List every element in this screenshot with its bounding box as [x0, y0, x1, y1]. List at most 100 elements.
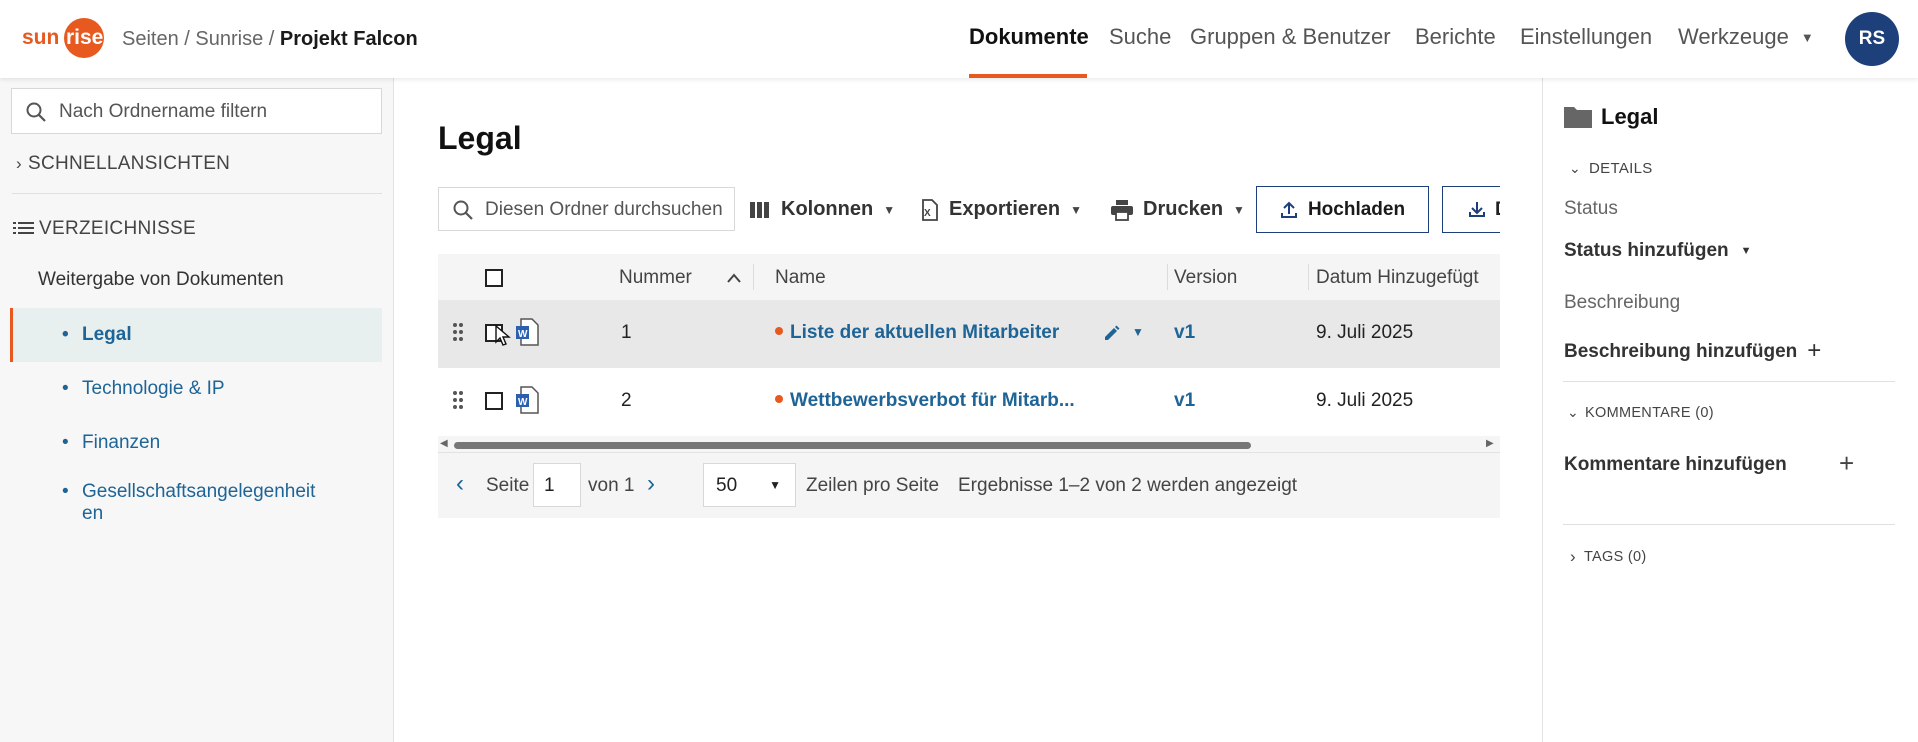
chevron-down-icon: ▼	[1070, 202, 1083, 217]
document-date-added: 9. Juli 2025	[1316, 390, 1414, 411]
chevron-down-icon: ▼	[1233, 202, 1245, 217]
document-version-link[interactable]: v1	[1174, 322, 1195, 344]
document-name: Liste der aktuellen Mitarbeiter	[790, 322, 1060, 343]
nav-settings[interactable]: Einstellungen	[1520, 24, 1652, 50]
svg-text:W: W	[518, 329, 528, 340]
active-nav-indicator	[969, 74, 1087, 78]
rows-per-page-label: Zeilen pro Seite	[806, 475, 940, 496]
svg-text:X: X	[924, 208, 931, 219]
table-row[interactable]: W 1 Liste der aktuellen Mitarbeiter ▼ v1…	[438, 300, 1500, 368]
scrollbar-thumb[interactable]	[454, 442, 1251, 449]
next-page-icon[interactable]: ›	[647, 470, 655, 498]
scroll-right-arrow-icon[interactable]: ▶	[1486, 438, 1494, 449]
chevron-down-icon: ▼	[883, 202, 896, 217]
documents-table: Nummer Name Version Datum Hinzugefügt W …	[438, 254, 1500, 518]
column-header-name[interactable]: Name	[775, 267, 826, 289]
download-icon	[1469, 202, 1485, 217]
rows-per-page-select[interactable]: 50 ▼	[703, 463, 796, 507]
column-header-version[interactable]: Version	[1174, 267, 1237, 289]
row-checkbox[interactable]	[485, 392, 503, 410]
top-header: sun rise Seiten / Sunrise / Projekt Falc…	[0, 0, 1918, 78]
search-icon	[26, 102, 46, 122]
breadcrumb-sunrise[interactable]: Sunrise	[195, 28, 263, 50]
folder-finance[interactable]: • Finanzen	[62, 432, 160, 454]
horizontal-scrollbar[interactable]: ◀ ▶	[438, 438, 1500, 452]
document-name-link[interactable]: Liste der aktuellen Mitarbeiter	[775, 322, 1059, 344]
download-label-clipped: D	[1495, 199, 1500, 221]
chevron-down-icon: ▼	[1800, 30, 1814, 45]
bullet-icon: •	[62, 378, 69, 399]
page-number-input[interactable]: 1	[533, 463, 581, 507]
breadcrumb-separator: /	[263, 28, 280, 50]
scroll-left-arrow-icon[interactable]: ◀	[440, 438, 448, 449]
divider	[1563, 524, 1895, 525]
divider	[12, 193, 382, 194]
folder-filter-input[interactable]: Nach Ordnername filtern	[11, 88, 382, 134]
directories-toggle[interactable]: VERZEICHNISSE	[13, 218, 196, 240]
directory-root[interactable]: Weitergabe von Dokumenten	[38, 269, 284, 291]
column-header-date-added[interactable]: Datum Hinzugefügt	[1316, 267, 1479, 289]
upload-icon	[1280, 201, 1297, 218]
mouse-cursor-icon	[495, 325, 511, 346]
nav-documents[interactable]: Dokumente	[969, 24, 1089, 50]
page-label: Seite	[486, 475, 530, 496]
breadcrumb: Seiten / Sunrise / Projekt Falcon	[122, 28, 418, 51]
folder-search-input[interactable]: Diesen Ordner durchsuchen	[438, 187, 735, 231]
svg-text:rise: rise	[66, 26, 103, 49]
drag-handle-icon[interactable]	[452, 390, 464, 410]
add-description-button[interactable]: Beschreibung hinzufügen +	[1564, 336, 1821, 364]
nav-reports[interactable]: Berichte	[1415, 24, 1496, 50]
divider	[1563, 381, 1895, 382]
folder-corporate-affairs[interactable]: • Gesellschaftsangelegenheit en	[62, 481, 315, 525]
chevron-down-icon: ⌄	[1569, 160, 1582, 176]
unread-dot-icon	[775, 394, 783, 403]
status-label: Status	[1564, 198, 1618, 219]
export-button[interactable]: X Exportieren ▼	[918, 198, 1082, 221]
upload-button[interactable]: Hochladen	[1256, 186, 1429, 233]
pagination-bar: ‹ Seite 1 von 1 › 50 ▼ Zeilen pro Seite E…	[438, 452, 1500, 518]
svg-text:W: W	[518, 397, 528, 408]
table-row[interactable]: W 2 Wettbewerbsverbot für Mitarb... v1 9…	[438, 368, 1500, 436]
nav-search[interactable]: Suche	[1109, 24, 1171, 50]
directories-label: VERZEICHNISSE	[39, 218, 196, 239]
tags-label: TAGS (0)	[1583, 549, 1647, 565]
column-header-number[interactable]: Nummer	[619, 267, 692, 289]
add-status-dropdown[interactable]: Status hinzufügen ▼	[1564, 240, 1752, 262]
document-name-link[interactable]: Wettbewerbsverbot für Mitarb...	[775, 390, 1075, 412]
list-icon	[13, 222, 34, 234]
upload-label: Hochladen	[1307, 198, 1406, 220]
breadcrumb-separator: /	[178, 28, 196, 50]
folder-legal[interactable]: • Legal	[62, 324, 132, 346]
drag-handle-icon[interactable]	[452, 322, 464, 342]
tags-section-toggle[interactable]: › TAGS (0)	[1570, 547, 1647, 567]
folder-label: Legal	[82, 324, 132, 345]
add-comment-label: Kommentare hinzufügen	[1564, 454, 1787, 475]
details-section-toggle[interactable]: ⌄ DETAILS	[1569, 160, 1653, 177]
folder-label: Technologie & IP	[82, 378, 225, 399]
word-document-icon: W	[516, 386, 539, 414]
sunrise-logo[interactable]: sun rise	[20, 16, 110, 60]
previous-page-icon[interactable]: ‹	[456, 470, 464, 498]
column-separator	[753, 264, 754, 290]
select-all-checkbox[interactable]	[485, 269, 503, 287]
print-button[interactable]: Drucken ▼	[1110, 198, 1245, 221]
add-status-label: Status hinzufügen	[1564, 240, 1729, 261]
chevron-down-icon: ⌄	[1567, 404, 1580, 420]
columns-button[interactable]: Kolonnen ▼	[750, 198, 895, 221]
avatar[interactable]: RS	[1845, 12, 1899, 66]
print-label: Drucken	[1143, 198, 1224, 220]
quick-views-toggle[interactable]: › SCHNELLANSICHTEN	[16, 153, 230, 175]
folder-label: Finanzen	[82, 432, 161, 453]
comments-section-toggle[interactable]: ⌄ KOMMENTARE (0)	[1567, 404, 1714, 421]
pencil-edit-icon[interactable]	[1103, 324, 1121, 342]
nav-tools[interactable]: Werkzeuge ▼	[1678, 24, 1814, 50]
nav-groups-users[interactable]: Gruppen & Benutzer	[1190, 24, 1391, 50]
breadcrumb-pages[interactable]: Seiten	[122, 28, 179, 50]
sort-ascending-icon[interactable]	[727, 273, 741, 283]
download-button[interactable]: D	[1442, 186, 1500, 233]
add-comment-button[interactable]: Kommentare hinzufügen	[1564, 454, 1787, 476]
document-version-link[interactable]: v1	[1174, 390, 1195, 412]
folder-technology-ip[interactable]: • Technologie & IP	[62, 378, 225, 400]
row-actions-chevron-icon[interactable]: ▼	[1132, 325, 1144, 339]
plus-icon[interactable]: +	[1839, 448, 1854, 479]
